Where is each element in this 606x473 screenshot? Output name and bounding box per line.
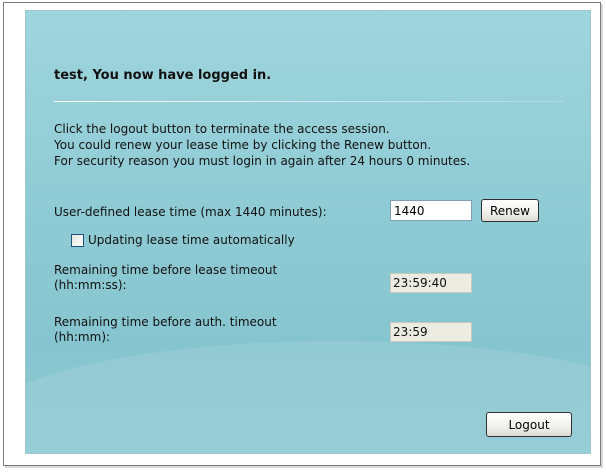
auth-remaining-label: Remaining time before auth. timeout (hh:… <box>54 315 277 345</box>
renew-button[interactable]: Renew <box>481 199 539 222</box>
auth-remaining-value: 23:59 <box>390 322 472 342</box>
auto-update-row[interactable]: Updating lease time automatically <box>71 233 295 247</box>
auth-remaining-label-line2: (hh:mm): <box>54 330 111 344</box>
page-title: test, You now have logged in. <box>54 68 272 83</box>
auto-update-checkbox[interactable] <box>71 233 84 247</box>
instruction-renew: You could renew your lease time by click… <box>54 138 432 152</box>
login-status-window: test, You now have logged in. Click the … <box>3 2 601 466</box>
lease-remaining-label: Remaining time before lease timeout (hh:… <box>54 263 277 293</box>
auth-remaining-label-line1: Remaining time before auth. timeout <box>54 315 277 329</box>
logout-button[interactable]: Logout <box>486 412 572 437</box>
instruction-logout: Click the logout button to terminate the… <box>54 122 390 136</box>
lease-remaining-value: 23:59:40 <box>390 273 472 293</box>
lease-remaining-label-line1: Remaining time before lease timeout <box>54 263 278 277</box>
auto-update-label: Updating lease time automatically <box>88 233 295 247</box>
lease-remaining-label-line2: (hh:mm:ss): <box>54 278 127 292</box>
title-divider <box>54 101 564 102</box>
instruction-security: For security reason you must login in ag… <box>54 154 471 168</box>
lease-time-label: User-defined lease time (max 1440 minute… <box>54 205 327 219</box>
instructions: Click the logout button to terminate the… <box>54 121 470 169</box>
session-panel: test, You now have logged in. Click the … <box>25 10 591 454</box>
lease-time-input[interactable] <box>390 200 472 221</box>
